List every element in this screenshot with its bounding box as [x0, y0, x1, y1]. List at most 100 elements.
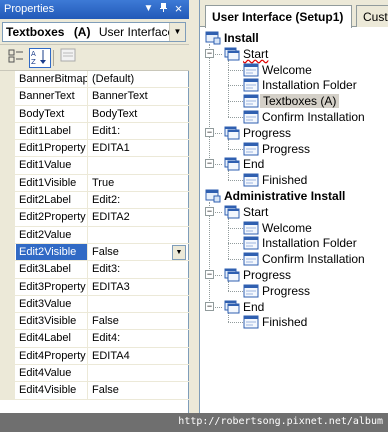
- properties-toolbar: A Z: [0, 45, 189, 71]
- dialog-icon: [243, 221, 259, 235]
- dialog-group-icon: [224, 205, 240, 219]
- property-name: Edit3Visible: [16, 313, 88, 330]
- tree-connector: [228, 290, 243, 292]
- install-icon: [205, 189, 221, 203]
- collapse-icon[interactable]: −: [205, 301, 214, 311]
- watermark-url: http://robertsong.pixnet.net/album: [178, 416, 383, 427]
- collapse-icon[interactable]: −: [205, 159, 214, 169]
- property-row[interactable]: Edit2Label Edit2:: [0, 192, 189, 210]
- property-row[interactable]: Edit4Label Edit4:: [0, 330, 189, 348]
- property-row[interactable]: Edit1Value: [0, 157, 189, 175]
- property-value[interactable]: Edit2:: [89, 192, 189, 208]
- tree-connector: [228, 148, 243, 150]
- property-value[interactable]: EDITA1: [89, 140, 189, 156]
- pin-icon-glyph: [160, 3, 167, 12]
- property-value[interactable]: Edit4:: [89, 330, 189, 346]
- panel-splitter[interactable]: [189, 0, 199, 413]
- property-name: Edit1Property: [16, 140, 88, 157]
- property-row[interactable]: BodyText BodyText: [0, 105, 189, 123]
- property-pages-icon-glyph: [60, 48, 76, 62]
- tree-node-label: Installation Folder: [262, 78, 357, 93]
- property-row-gutter: [0, 347, 15, 365]
- property-row[interactable]: BannerText BannerText: [0, 88, 189, 106]
- tree-connector: [228, 322, 243, 324]
- alphabetical-icon-glyph: A Z: [31, 50, 46, 66]
- collapse-icon[interactable]: −: [205, 206, 214, 216]
- property-row-gutter: [0, 157, 15, 174]
- property-value[interactable]: Edit1:: [89, 123, 189, 139]
- tree-connector: [228, 243, 229, 260]
- property-value[interactable]: False: [89, 382, 189, 398]
- property-row-gutter: [0, 243, 15, 261]
- property-value[interactable]: BannerText: [89, 88, 189, 104]
- property-name: Edit3Value: [16, 295, 88, 313]
- tab-user-interface[interactable]: User Interface (Setup1): [205, 5, 352, 28]
- collapse-icon[interactable]: −: [205, 127, 214, 137]
- property-row[interactable]: Edit4Value: [0, 365, 189, 383]
- svg-text:A: A: [31, 50, 36, 58]
- property-row-gutter: [0, 122, 15, 140]
- property-value[interactable]: [89, 365, 189, 381]
- object-selector-row: Textboxes (A) User Interface ▼: [0, 19, 189, 45]
- property-pages-icon[interactable]: [57, 48, 79, 68]
- property-name: Edit4Property: [16, 347, 88, 365]
- property-value[interactable]: BodyText: [89, 106, 189, 122]
- dialog-icon: [243, 110, 259, 124]
- property-row[interactable]: Edit3Visible False: [0, 313, 189, 331]
- tree-connector: [228, 170, 229, 181]
- categorized-icon[interactable]: [5, 48, 27, 68]
- tree-connector: [228, 117, 243, 118]
- property-name: Edit2Visible: [16, 243, 88, 261]
- property-name: Edit2Label: [16, 192, 88, 209]
- pin-icon[interactable]: [157, 2, 170, 16]
- property-row[interactable]: Edit1Visible True: [0, 174, 189, 193]
- property-value[interactable]: [89, 227, 189, 243]
- property-row[interactable]: Edit3Property EDITA3: [0, 278, 189, 296]
- property-row[interactable]: Edit2Visible False ▼: [0, 243, 189, 262]
- property-row[interactable]: Edit2Property EDITA2: [0, 209, 189, 227]
- tree-node-label: End: [243, 299, 265, 314]
- tree-connector: [228, 101, 243, 103]
- property-row[interactable]: Edit4Property EDITA4: [0, 347, 189, 366]
- property-row[interactable]: Edit4Visible False: [0, 382, 189, 400]
- alphabetical-icon[interactable]: A Z: [29, 48, 51, 68]
- property-value[interactable]: [89, 296, 189, 312]
- property-value[interactable]: Edit3:: [89, 261, 189, 277]
- property-row[interactable]: Edit1Label Edit1:: [0, 122, 189, 141]
- property-value[interactable]: EDITA4: [89, 348, 189, 364]
- property-value[interactable]: (Default): [89, 71, 189, 87]
- property-value[interactable]: True: [89, 175, 189, 191]
- tab-custom-actions[interactable]: Cust: [356, 5, 388, 27]
- property-row[interactable]: Edit3Value: [0, 295, 189, 314]
- value-dropdown-icon[interactable]: ▼: [172, 244, 186, 260]
- chevron-down-icon[interactable]: ▼: [169, 23, 185, 41]
- property-row-gutter: [0, 192, 15, 209]
- collapse-icon[interactable]: −: [205, 270, 214, 279]
- tree-connector: [228, 312, 229, 323]
- property-value[interactable]: [89, 157, 189, 173]
- property-name: Edit4Visible: [16, 382, 88, 399]
- property-row[interactable]: Edit3Label Edit3:: [0, 261, 189, 279]
- tree-node-label: Confirm Installation: [262, 110, 365, 124]
- editor-tab-bar: User Interface (Setup1) Cust: [200, 0, 388, 28]
- property-name: Edit4Value: [16, 365, 88, 382]
- property-value[interactable]: EDITA3: [89, 279, 189, 295]
- property-row[interactable]: BannerBitmap (Default): [0, 71, 189, 89]
- property-row[interactable]: Edit1Property EDITA1: [0, 140, 189, 158]
- tree-connector: [209, 53, 210, 133]
- object-selector[interactable]: Textboxes (A) User Interface ▼: [2, 22, 186, 42]
- window-position-dropdown-icon[interactable]: ▼: [142, 2, 155, 16]
- close-icon[interactable]: ×: [172, 2, 185, 16]
- property-value[interactable]: False: [89, 313, 189, 329]
- property-row[interactable]: Edit2Value: [0, 226, 189, 244]
- toolbar-separator: [53, 50, 54, 66]
- tree-connector: [209, 211, 210, 275]
- tree-connector: [228, 227, 243, 229]
- dialog-group-icon: [224, 300, 240, 314]
- collapse-icon[interactable]: −: [205, 48, 214, 58]
- tree-node-label: Installation Folder: [262, 236, 357, 251]
- property-value[interactable]: EDITA2: [89, 209, 189, 225]
- tree-node-label: Textboxes (A): [260, 94, 340, 109]
- properties-panel: Properties ▼ × Textboxes (A) User Interf…: [0, 0, 189, 413]
- property-row-gutter: [0, 226, 15, 243]
